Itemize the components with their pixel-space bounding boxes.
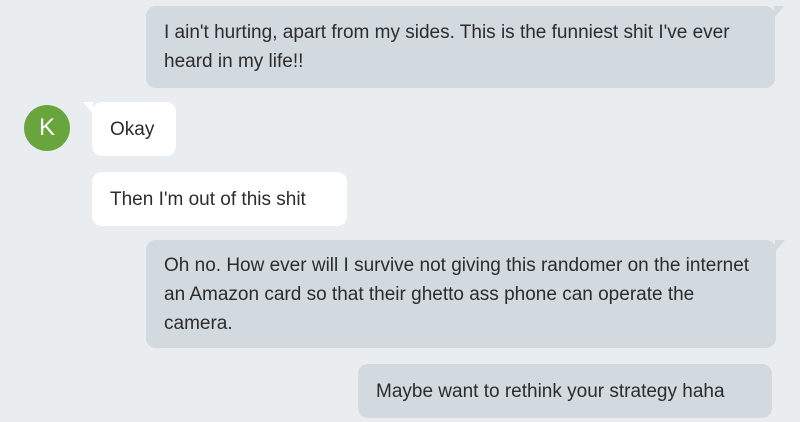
message-text: Then I'm out of this shit (110, 188, 306, 210)
message-text: Okay (110, 118, 155, 140)
outgoing-message[interactable]: Maybe want to rethink your strategy haha (358, 364, 772, 418)
outgoing-message[interactable]: Oh no. How ever will I survive not givin… (146, 240, 785, 348)
message-text: Maybe want to rethink your strategy haha (376, 380, 725, 402)
message-text: Oh no. How ever will I survive not givin… (164, 254, 750, 334)
incoming-message[interactable]: Then I'm out of this shit (92, 172, 347, 226)
contact-avatar[interactable]: K (24, 105, 70, 151)
message-thread: I ain't hurting, apart from my sides. Th… (0, 0, 800, 422)
message-text: I ain't hurting, apart from my sides. Th… (164, 22, 730, 72)
avatar-initial: K (38, 114, 55, 141)
incoming-message[interactable]: Okay (83, 102, 176, 156)
outgoing-message[interactable]: I ain't hurting, apart from my sides. Th… (146, 6, 784, 88)
